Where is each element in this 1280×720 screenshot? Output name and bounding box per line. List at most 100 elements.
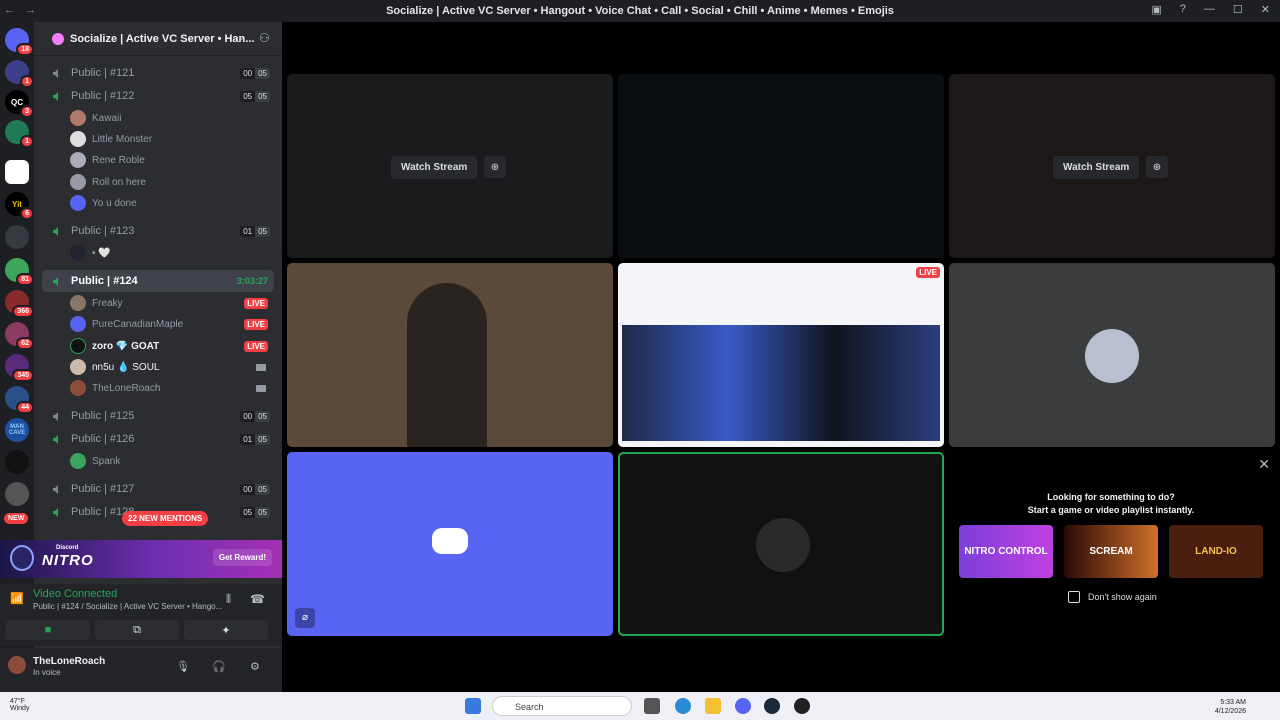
guild-header[interactable]: Socialize | Active VC Server • Han... ⌄ … [34,22,282,56]
server-icon[interactable]: 366 [5,290,34,318]
get-reward-button[interactable]: Get Reward! [212,549,272,566]
inbox-icon[interactable]: ▣ [1151,3,1161,16]
speaking-tile[interactable] [618,452,944,636]
folder-icon[interactable] [705,698,721,714]
channel-name: Public | #121 [71,67,135,79]
activity-card[interactable]: SCREAM [1064,525,1158,578]
invite-icon[interactable]: ⚇ [259,31,273,45]
voice-channel-active[interactable]: Public | #124 3:03:27 [42,270,274,292]
discord-icon[interactable] [735,698,751,714]
server-icon[interactable]: 62 [5,322,34,350]
start-icon[interactable] [465,698,481,714]
voice-channel[interactable]: Public | #122 05 05 [34,85,282,107]
steam-icon[interactable] [764,698,780,714]
voice-user[interactable]: PureCanadianMaple LIVE [70,314,270,334]
server-icon[interactable]: Yit 6 [5,192,34,220]
watch-stream-button[interactable]: Watch Stream [391,156,478,179]
avatar[interactable] [8,656,26,674]
stream-tile[interactable]: Watch Stream ⊕ [949,74,1275,258]
voice-channel[interactable]: Public | #125 00 05 [34,405,282,427]
avatar [70,338,86,354]
server-icon[interactable]: QC 3 [5,90,34,118]
server-icon[interactable]: 1 [5,60,34,88]
username[interactable]: TheLoneRoach [33,656,105,667]
webcam-tile[interactable] [287,263,613,447]
search-input[interactable]: Search [492,696,632,716]
server-icon[interactable] [5,225,29,249]
voice-user[interactable]: Rene Roble [70,150,270,170]
screen-share-button[interactable]: ⧉ [95,620,179,640]
avatar [70,453,86,469]
voice-user[interactable]: Freaky LIVE [70,293,270,313]
voice-channel[interactable]: Public | #127 00 05 [34,478,282,500]
activity-card[interactable]: LAND-IO [1169,525,1263,578]
home-icon[interactable]: 18 [5,28,34,56]
activity-card[interactable]: NITRO CONTROL [959,525,1053,578]
screen-share-icon: ⧉ [133,623,141,636]
guild-icon [52,32,64,45]
signal-icon[interactable]: 📶 [10,592,24,605]
task-view-icon[interactable] [644,698,660,714]
avatar [70,174,86,190]
help-icon[interactable]: ? [1180,3,1186,16]
app-icon[interactable] [794,698,810,714]
voice-channel[interactable]: Public | #123 01 05 [34,220,282,242]
server-icon[interactable]: MAN CAVE [5,418,29,442]
weather-widget[interactable]: 47°F Windy [10,698,29,712]
disconnect-icon[interactable]: ☎ [250,592,265,606]
clock[interactable]: 5:33 AM 4/12/2026 [1215,698,1246,716]
server-icon[interactable]: 1 [5,120,34,148]
microphone-icon[interactable]: 🎙 [176,660,190,673]
server-icon[interactable] [5,482,29,506]
voice-user[interactable]: • 🤍 [70,243,270,263]
voice-user[interactable]: nn5u 💧 SOUL [70,357,270,377]
server-icon[interactable]: 44 [5,386,34,414]
user-panel: TheLoneRoach In voice 🎙 🎧 ⚙ [0,648,282,692]
user-tile[interactable]: ⌀ [287,452,613,636]
nitro-title: NITRO [42,552,94,569]
server-icon[interactable] [5,450,29,474]
activities-button[interactable]: ✦ [184,620,268,640]
voice-channel-path[interactable]: Public | #124 / Socialize | Active VC Se… [33,602,222,611]
stream-tile[interactable]: LIVE [618,263,944,447]
server-icon[interactable]: 81 [5,258,34,286]
voice-user[interactable]: TheLoneRoach [70,378,270,398]
avatar-tile[interactable] [949,263,1275,447]
voice-user[interactable]: Yo u done [70,193,270,213]
avatar [756,518,810,572]
voice-channel[interactable]: Public | #121 00 05 [34,62,282,84]
close-button[interactable]: ✕ [1261,3,1270,16]
close-icon[interactable]: ✕ [1258,456,1270,473]
video-tile[interactable] [618,74,944,258]
nitro-banner[interactable]: Discord NITRO Get Reward! [0,540,282,578]
voice-user[interactable]: Roll on here [70,172,270,192]
server-icon[interactable]: 345 [5,354,34,382]
dont-show-again-checkbox[interactable]: Don't show again [1068,591,1157,603]
speaker-icon [52,434,63,445]
noise-suppression-icon[interactable]: ⫴ [226,592,231,607]
watch-stream-button[interactable]: Watch Stream [1053,156,1140,179]
stream-tile[interactable]: Watch Stream ⊕ [287,74,613,258]
avatar [70,316,86,332]
live-badge: LIVE [244,340,268,352]
voice-user[interactable]: zoro 💎 GOAT LIVE [70,336,270,356]
voice-status[interactable]: Video Connected [33,588,117,600]
gear-icon[interactable]: ⚙ [250,660,260,673]
badge: 18 [16,43,34,56]
camera-button[interactable]: ■ [6,620,90,640]
new-mentions-pill[interactable]: 22 NEW MENTIONS [122,511,209,526]
edge-icon[interactable] [675,698,691,714]
popout-icon[interactable]: ⊕ [484,156,506,178]
popout-icon[interactable]: ⊕ [1146,156,1168,178]
channel-name: Public | #125 [71,410,135,422]
minimize-button[interactable]: — [1204,3,1215,16]
maximize-button[interactable]: ☐ [1233,3,1243,16]
voice-user[interactable]: Spank [70,451,270,471]
call-timer: 3:03:27 [236,276,268,286]
server-icon[interactable] [5,160,29,184]
voice-user[interactable]: Kawaii [70,108,270,128]
headphones-icon[interactable]: 🎧 [212,660,226,673]
voice-user[interactable]: Little Monster [70,129,270,149]
avatar [70,380,86,396]
voice-channel[interactable]: Public | #126 01 05 [34,428,282,450]
